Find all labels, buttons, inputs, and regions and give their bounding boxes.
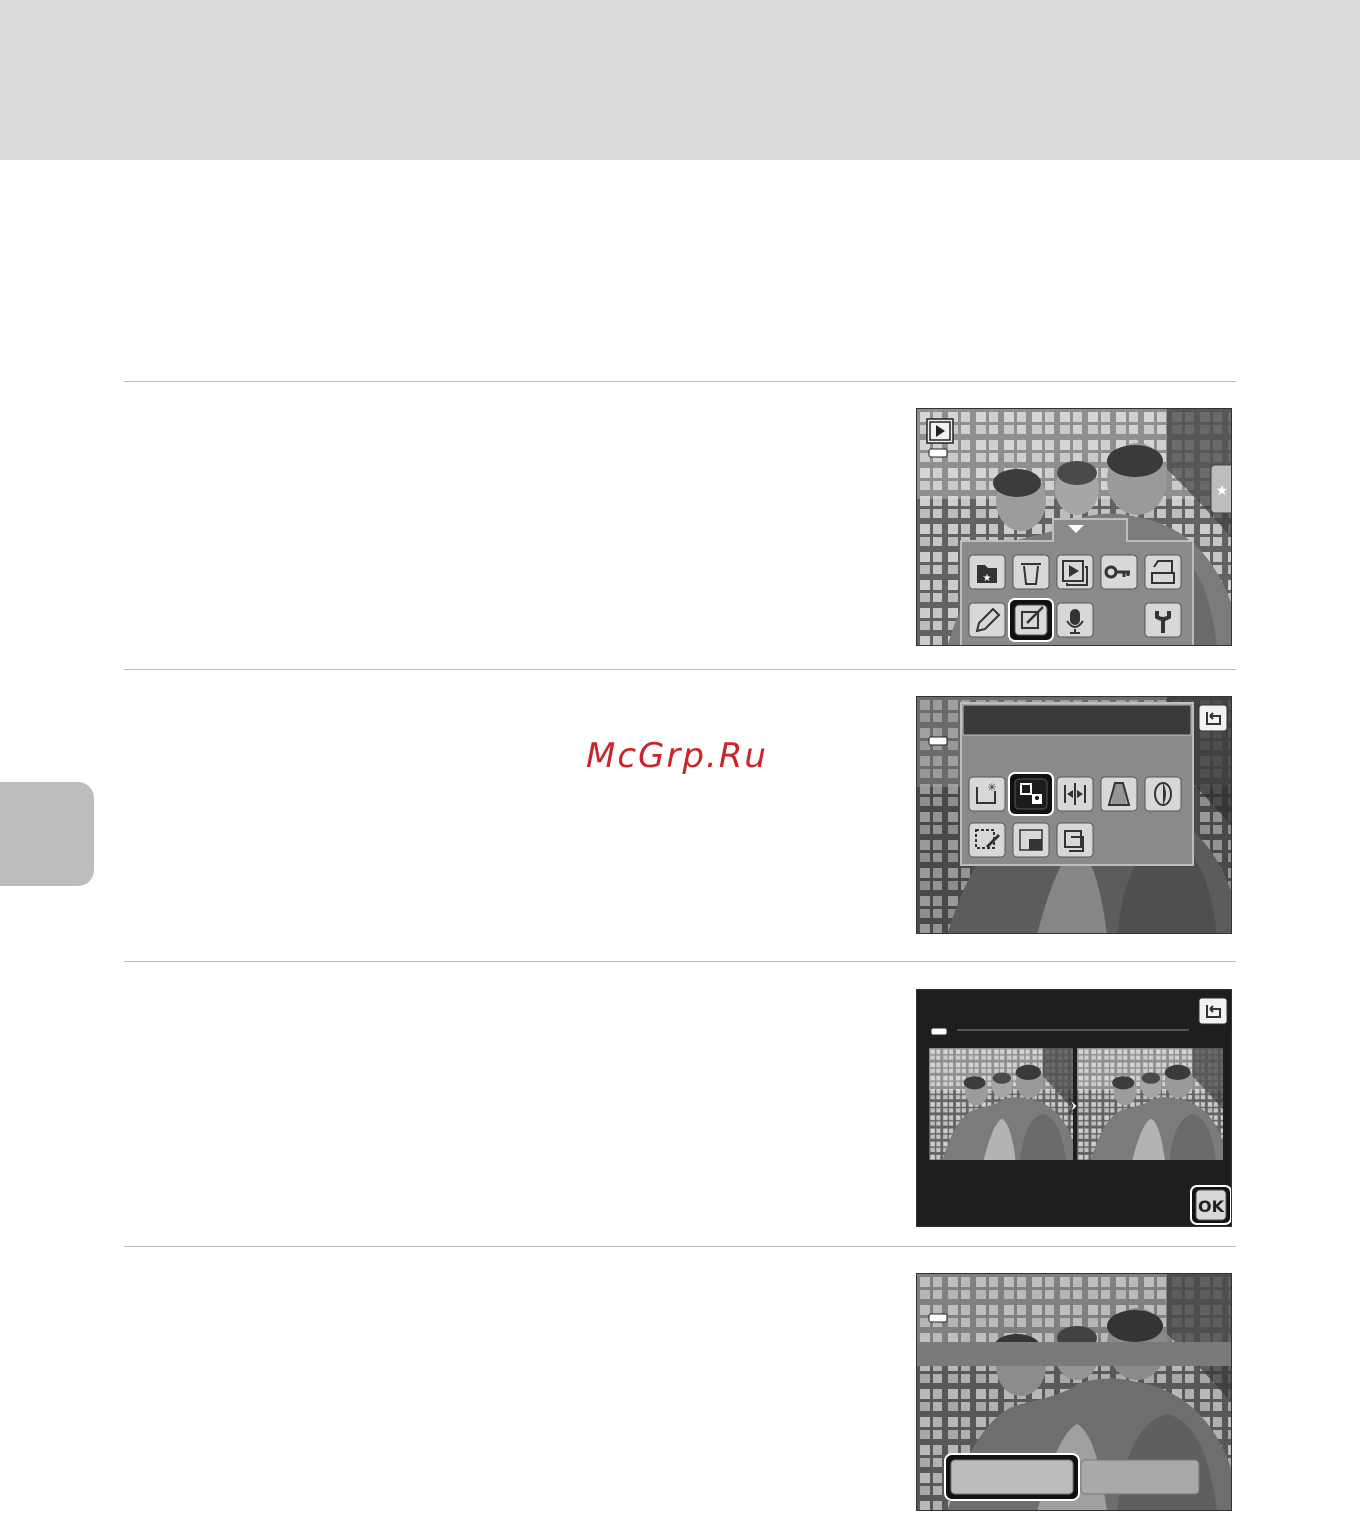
skin-softening-icon[interactable] xyxy=(1144,776,1182,812)
svg-text:✳: ✳ xyxy=(987,781,996,794)
step-divider xyxy=(124,1246,1236,1247)
battery-icon xyxy=(930,1027,948,1036)
crop-icon[interactable] xyxy=(1056,822,1094,858)
step-divider xyxy=(124,669,1236,670)
quick-retouch-icon[interactable]: ✳ xyxy=(968,776,1006,812)
message-bar xyxy=(917,1342,1231,1366)
header-band xyxy=(0,0,1360,160)
battery-icon xyxy=(928,736,948,746)
battery-icon xyxy=(928,448,948,458)
back-icon[interactable] xyxy=(1198,704,1228,732)
protect-key-icon[interactable] xyxy=(1100,554,1138,590)
slideshow-icon[interactable] xyxy=(1056,554,1094,590)
ok-button[interactable]: OK xyxy=(1190,1185,1231,1225)
perspective-icon[interactable] xyxy=(1100,776,1138,812)
confirm-left-button[interactable] xyxy=(944,1453,1080,1501)
camera-screen-playback-menu: ★ ★ xyxy=(916,408,1232,646)
star-icon: ★ xyxy=(1216,483,1229,499)
side-tab-favorites[interactable]: ★ xyxy=(1210,464,1232,514)
filter-effects-icon[interactable] xyxy=(968,822,1006,858)
voice-memo-icon[interactable] xyxy=(1056,602,1094,638)
back-icon[interactable] xyxy=(1198,997,1228,1025)
camera-screen-edit-menu: ✳ xyxy=(916,696,1232,934)
step-divider xyxy=(124,381,1236,382)
play-icon[interactable] xyxy=(926,418,954,444)
retouch-pencil-icon[interactable] xyxy=(968,602,1006,638)
original-image-thumbnail xyxy=(929,1048,1073,1160)
section-side-tab xyxy=(0,782,94,886)
watermark: McGrp.Ru xyxy=(586,736,768,776)
camera-screen-confirm xyxy=(916,1273,1232,1511)
battery-icon xyxy=(928,1313,948,1323)
step-divider xyxy=(124,961,1236,962)
print-order-icon[interactable] xyxy=(1144,554,1182,590)
favorites-folder-icon[interactable]: ★ xyxy=(968,554,1006,590)
setup-wrench-icon[interactable] xyxy=(1144,602,1182,638)
d-lighting-icon[interactable] xyxy=(1056,776,1094,812)
svg-text:★: ★ xyxy=(983,573,992,584)
small-picture-icon[interactable] xyxy=(1012,822,1050,858)
camera-screen-preview: OK xyxy=(916,989,1232,1227)
svg-text:OK: OK xyxy=(1198,1197,1225,1216)
confirm-right-button[interactable] xyxy=(1080,1459,1200,1495)
edit-icon[interactable] xyxy=(1008,598,1054,642)
edited-image-thumbnail xyxy=(1077,1048,1223,1160)
glamour-retouch-icon[interactable] xyxy=(1008,772,1054,816)
trash-icon[interactable] xyxy=(1012,554,1050,590)
